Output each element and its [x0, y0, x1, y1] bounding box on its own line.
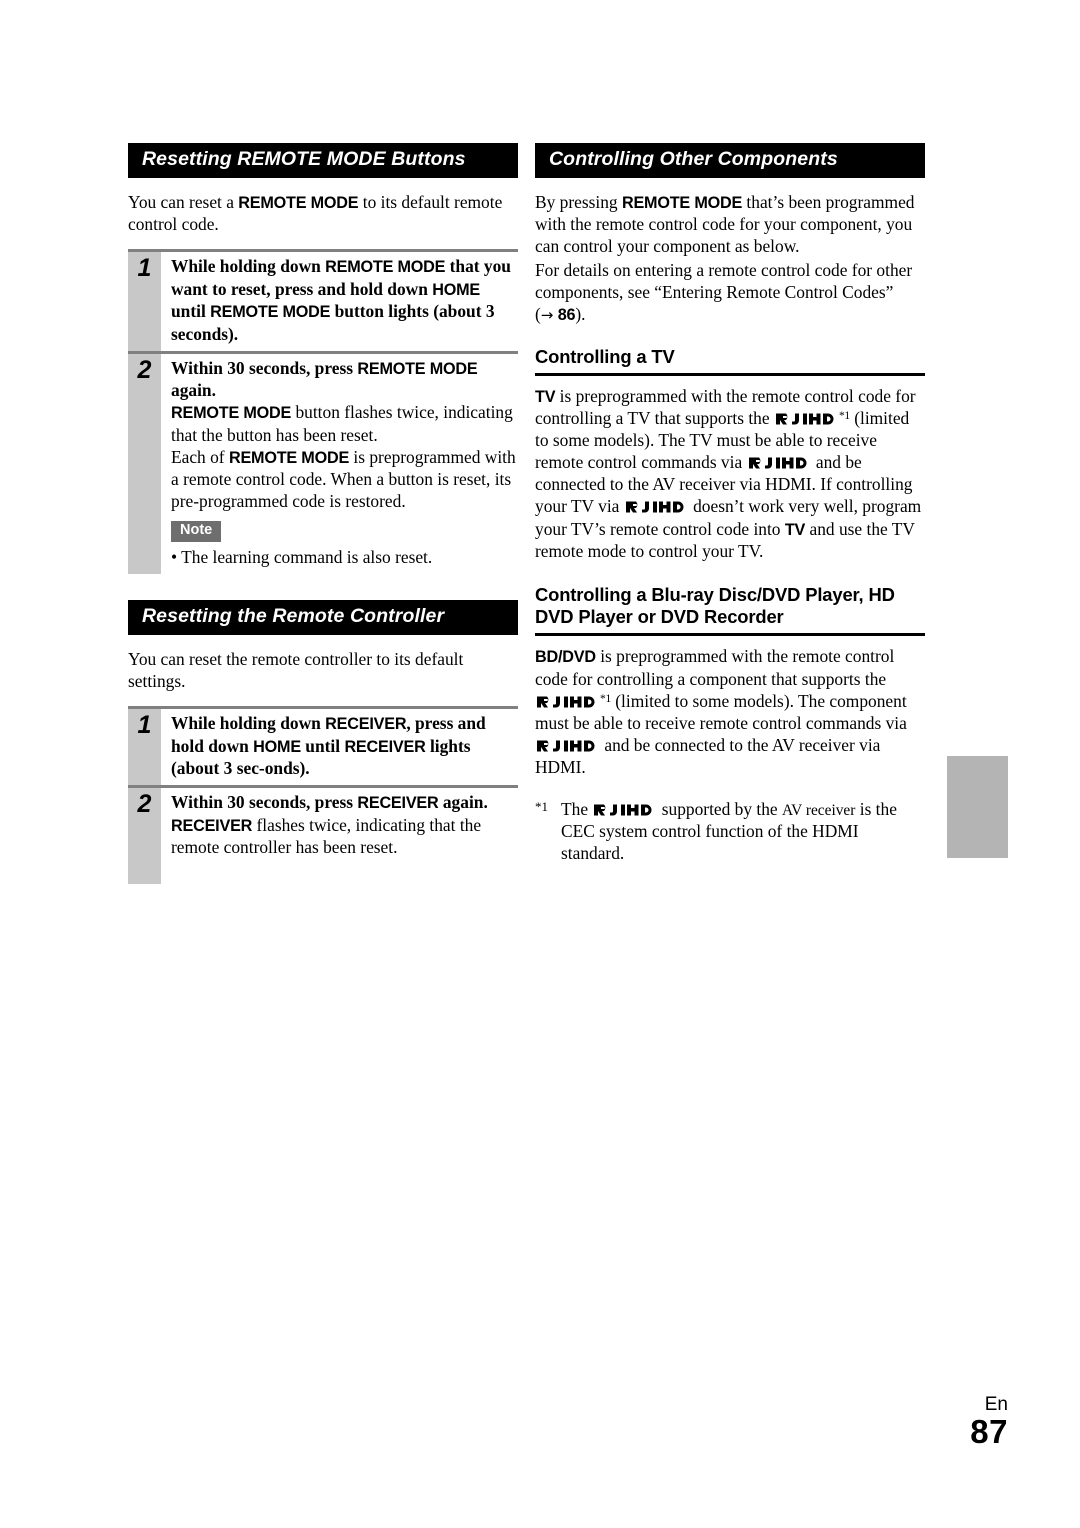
step-detail-paragraph-2: Each of REMOTE MODE is preprogrammed wit…: [171, 446, 518, 513]
bddvd-heading-line1: Controlling a Blu-ray Disc/DVD Player, H…: [535, 584, 895, 605]
side-index-tab: [947, 756, 1008, 858]
rihd-logo: [536, 694, 599, 709]
step-lead-part1: Within 30 seconds, press: [171, 357, 358, 378]
footnote-marker-1: *1: [838, 410, 850, 423]
page-reference-86[interactable]: 86: [558, 306, 576, 324]
section-header-controlling-other-components: Controlling Other Components: [535, 143, 925, 178]
detail-text-2-pre: Each of: [171, 446, 229, 467]
intro2-part1: For details on entering a remote control…: [535, 260, 913, 325]
footnote-marker-1: *1: [600, 692, 611, 705]
note-item: • The learning command is also reset.: [171, 547, 433, 568]
bddvd-heading-line2: DVD Player or DVD Recorder: [535, 606, 784, 628]
subheading-controlling-a-tv: Controlling a TV: [535, 346, 925, 376]
intro1-bold-remote-mode: REMOTE MODE: [621, 193, 743, 212]
bold-bd-dvd: BD/DVD: [535, 648, 596, 667]
bddvd-paragraph: BD/DVD is preprogrammed with the remote …: [535, 645, 925, 778]
section-header-resetting-the-remote-controller: Resetting the Remote Controller: [128, 600, 518, 636]
section2-intro-paragraph: You can reset the remote controller to i…: [128, 649, 464, 692]
step-body: While holding down REMOTE MODE that you …: [161, 252, 518, 350]
section1-step-list: 1 While holding down REMOTE MODE that yo…: [128, 249, 518, 575]
step-lead-bold-home: HOME: [432, 280, 480, 299]
step-lead-text: While holding down RECEIVER, press and h…: [171, 712, 518, 779]
step-item: 2 Within 30 seconds, press REMOTE MODE a…: [128, 350, 518, 575]
detail-bold-remote-mode: REMOTE MODE: [171, 404, 292, 423]
left-column: Resetting REMOTE MODE Buttons You can re…: [128, 143, 518, 885]
bold-tv-2: TV: [784, 520, 806, 539]
step-number: 1: [128, 252, 161, 351]
tv-paragraph: TV is preprogrammed with the remote cont…: [535, 385, 925, 562]
step-lead-bold-remote-mode: REMOTE MODE: [325, 258, 446, 277]
step-detail-paragraph-1: REMOTE MODE button flashes twice, indica…: [171, 401, 518, 446]
bold-tv: TV: [535, 387, 556, 406]
step-lead-part1: While holding down: [171, 256, 326, 277]
step-lead-part1: Within 30 seconds, press: [171, 792, 358, 813]
detail-bold-receiver: RECEIVER: [171, 816, 253, 835]
step-lead-part1: While holding down: [171, 713, 326, 734]
footnote-block: *1 The supported by the AV receiver is t…: [535, 798, 925, 865]
step-number: 2: [128, 353, 161, 575]
rihd-logo: [593, 802, 656, 817]
detail-bold-remote-mode-2: REMOTE MODE: [228, 448, 350, 467]
footnote-text: The supported by the AV receiver is the …: [561, 798, 925, 865]
footer-language-label: En: [984, 1394, 1008, 1416]
arrow-right-icon: →: [540, 306, 554, 325]
step-lead-bold-home: HOME: [253, 737, 301, 756]
rihd-logo: [625, 499, 688, 514]
step-lead-text: Within 30 seconds, press REMOTE MODE aga…: [171, 357, 518, 402]
step-lead-part3: until: [300, 735, 345, 756]
step-detail-paragraph-1: RECEIVER flashes twice, indicating that …: [171, 814, 518, 859]
footnote-text-a: The: [561, 798, 593, 819]
step-lead-bold-receiver-2: RECEIVER: [344, 737, 426, 756]
footnote-av-receiver: AV receiver: [782, 801, 856, 819]
rihd-logo: [748, 455, 811, 470]
step-body: Within 30 seconds, press REMOTE MODE aga…: [161, 354, 518, 574]
step-lead-text: Within 30 seconds, press RECEIVER again.: [171, 791, 518, 813]
step-lead-bold-receiver: RECEIVER: [357, 794, 439, 813]
step-number: 1: [128, 709, 161, 786]
step-lead-bold-remote-mode: REMOTE MODE: [357, 359, 478, 378]
footnote-text-b: supported by the: [657, 798, 783, 819]
step-body: Within 30 seconds, press RECEIVER again.…: [161, 788, 518, 884]
rihd-logo: [536, 738, 599, 753]
step-item: 2 Within 30 seconds, press RECEIVER agai…: [128, 785, 518, 885]
intro-bold-remote-mode: REMOTE MODE: [238, 193, 359, 212]
section2-step-list: 1 While holding down RECEIVER, press and…: [128, 706, 518, 885]
step-lead-part2: again.: [171, 380, 216, 401]
right-intro-paragraph-1: By pressing REMOTE MODE that’s been prog…: [535, 191, 925, 258]
right-intro-paragraph-2: For details on entering a remote control…: [535, 259, 925, 326]
section1-intro-paragraph: You can reset a REMOTE MODE to its defau…: [128, 191, 518, 236]
intro2-part2: ).: [575, 304, 586, 325]
step-lead-text: While holding down REMOTE MODE that you …: [171, 255, 518, 344]
step-lead-part2: again.: [438, 792, 488, 813]
step-lead-part3: until: [171, 301, 211, 322]
step-lead-bold-remote-mode-2: REMOTE MODE: [210, 303, 331, 322]
footer-page-number: 87: [970, 1413, 1008, 1451]
footnote-mark: *1: [535, 798, 548, 814]
note-badge: Note: [171, 521, 222, 543]
intro-text-part1: You can reset a: [128, 191, 239, 212]
rihd-logo: [775, 411, 838, 426]
step-item: 1 While holding down RECEIVER, press and…: [128, 706, 518, 786]
subheading-controlling-bd-dvd: Controlling a Blu-ray Disc/DVD Player, H…: [535, 584, 925, 637]
page-footer: En 87: [888, 1395, 1008, 1450]
step-item: 1 While holding down REMOTE MODE that yo…: [128, 249, 518, 351]
step-lead-bold-receiver: RECEIVER: [325, 715, 407, 734]
right-column: Controlling Other Components By pressing…: [535, 143, 925, 864]
step-body: While holding down RECEIVER, press and h…: [161, 709, 518, 785]
section-header-resetting-remote-mode-buttons: Resetting REMOTE MODE Buttons: [128, 143, 518, 178]
manual-page: Resetting REMOTE MODE Buttons You can re…: [0, 0, 1080, 1528]
intro1-part1: By pressing: [535, 191, 622, 212]
step-number: 2: [128, 788, 161, 885]
